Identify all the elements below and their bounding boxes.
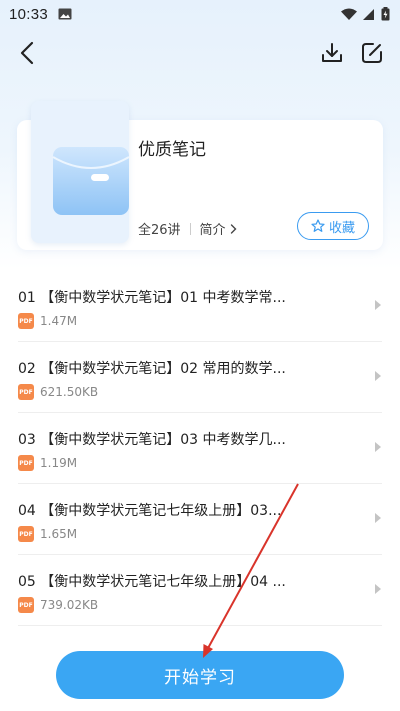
chevron-right-icon <box>375 371 381 381</box>
list-item[interactable]: 03 【衡中数学状元笔记】03 中考数学几... PDF 1.19M <box>18 413 382 484</box>
collect-button[interactable]: 收藏 <box>297 212 369 240</box>
item-meta: PDF 1.47M <box>18 313 77 329</box>
pdf-icon: PDF <box>18 597 34 613</box>
chevron-right-icon <box>375 442 381 452</box>
item-title: 03 【衡中数学状元笔记】03 中考数学几... <box>18 432 286 448</box>
intro-label: 简介 <box>199 223 226 238</box>
intro-link[interactable]: 简介 <box>200 219 237 238</box>
lesson-list: 01 【衡中数学状元笔记】01 中考数学常... PDF 1.47M 02 【衡… <box>0 271 400 626</box>
status-icons <box>341 7 390 21</box>
collect-label: 收藏 <box>328 220 355 236</box>
chevron-right-icon <box>375 513 381 523</box>
collection-cover <box>31 101 130 243</box>
pdf-icon: PDF <box>18 313 34 329</box>
pdf-icon: PDF <box>18 526 34 542</box>
item-meta: PDF 621.50KB <box>18 384 98 400</box>
status-bar: 10:33 <box>0 0 400 28</box>
star-icon <box>311 219 325 232</box>
pdf-icon: PDF <box>18 384 34 400</box>
pdf-icon: PDF <box>18 455 34 471</box>
signal-icon <box>363 8 374 20</box>
folder-icon <box>52 147 130 215</box>
item-title: 02 【衡中数学状元笔记】02 常用的数学... <box>18 361 286 377</box>
chevron-right-icon <box>375 300 381 310</box>
item-size: 1.19M <box>40 456 78 470</box>
item-meta: PDF 739.02KB <box>18 597 98 613</box>
image-notification-icon <box>58 8 72 20</box>
item-size: 1.65M <box>40 527 78 541</box>
item-size: 621.50KB <box>40 385 99 399</box>
item-size: 1.47M <box>40 314 78 328</box>
list-item[interactable]: 05 【衡中数学状元笔记七年级上册】04 ... PDF 739.02KB <box>18 555 382 626</box>
start-learning-button[interactable]: 开始学习 <box>56 651 344 699</box>
chevron-right-icon <box>230 223 237 234</box>
item-size: 739.02KB <box>40 598 99 612</box>
item-title: 04 【衡中数学状元笔记七年级上册】03... <box>18 503 282 519</box>
item-title: 05 【衡中数学状元笔记七年级上册】04 ... <box>18 574 286 590</box>
chevron-right-icon <box>375 584 381 594</box>
item-meta: PDF 1.19M <box>18 455 77 471</box>
status-time: 10:33 <box>9 5 49 23</box>
list-item[interactable]: 04 【衡中数学状元笔记七年级上册】03... PDF 1.65M <box>18 484 382 555</box>
wifi-icon <box>341 8 357 20</box>
list-item[interactable]: 01 【衡中数学状元笔记】01 中考数学常... PDF 1.47M <box>18 271 382 342</box>
collection-title: 优质笔记 <box>138 140 206 160</box>
download-icon[interactable] <box>320 41 344 65</box>
item-title: 01 【衡中数学状元笔记】01 中考数学常... <box>18 290 286 306</box>
edit-icon[interactable] <box>360 41 384 65</box>
list-item[interactable]: 02 【衡中数学状元笔记】02 常用的数学... PDF 621.50KB <box>18 342 382 413</box>
top-bar <box>0 38 400 68</box>
meta-divider <box>189 222 191 235</box>
item-meta: PDF 1.65M <box>18 526 77 542</box>
back-icon[interactable] <box>16 40 40 66</box>
lesson-count: 全26讲 <box>138 223 181 238</box>
collection-meta: 全26讲 简介 <box>138 219 237 238</box>
battery-icon <box>381 7 390 21</box>
